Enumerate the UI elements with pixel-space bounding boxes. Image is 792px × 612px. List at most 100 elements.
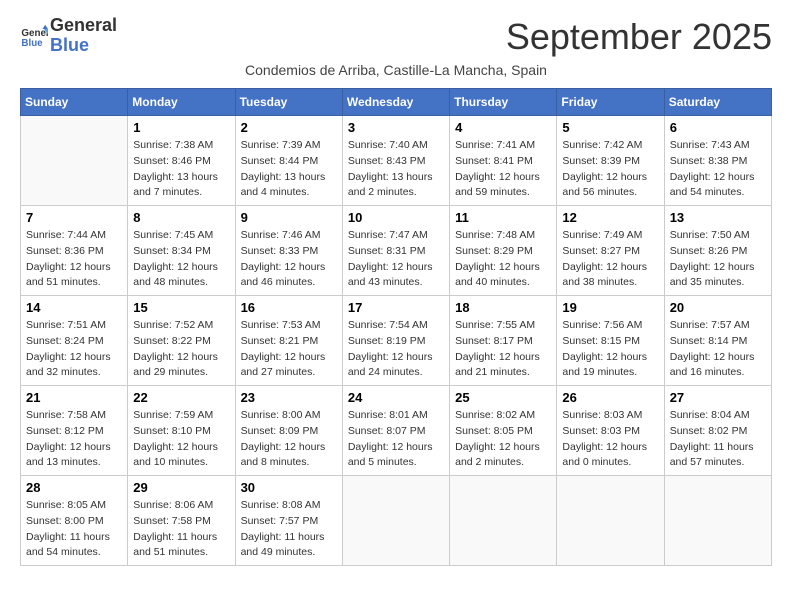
calendar-cell <box>21 116 128 206</box>
day-number: 14 <box>26 300 122 315</box>
day-info: Sunrise: 8:01 AM Sunset: 8:07 PM Dayligh… <box>348 408 444 471</box>
day-info: Sunrise: 8:04 AM Sunset: 8:02 PM Dayligh… <box>670 408 766 471</box>
day-info: Sunrise: 7:40 AM Sunset: 8:43 PM Dayligh… <box>348 138 444 201</box>
daylight-text: Daylight: 13 hours and 2 minutes. <box>348 170 444 202</box>
sunrise-text: Sunrise: 7:53 AM <box>241 318 337 334</box>
sunset-text: Sunset: 8:05 PM <box>455 424 551 440</box>
sunrise-text: Sunrise: 7:52 AM <box>133 318 229 334</box>
daylight-text: Daylight: 12 hours and 40 minutes. <box>455 260 551 292</box>
sunrise-text: Sunrise: 8:05 AM <box>26 498 122 514</box>
day-number: 26 <box>562 390 658 405</box>
header-wednesday: Wednesday <box>342 89 449 116</box>
sunrise-text: Sunrise: 7:55 AM <box>455 318 551 334</box>
sunset-text: Sunset: 8:15 PM <box>562 334 658 350</box>
day-number: 20 <box>670 300 766 315</box>
calendar-cell <box>664 476 771 566</box>
sunset-text: Sunset: 8:10 PM <box>133 424 229 440</box>
day-info: Sunrise: 7:38 AM Sunset: 8:46 PM Dayligh… <box>133 138 229 201</box>
calendar-cell: 8 Sunrise: 7:45 AM Sunset: 8:34 PM Dayli… <box>128 206 235 296</box>
sunset-text: Sunset: 8:24 PM <box>26 334 122 350</box>
calendar-cell: 29 Sunrise: 8:06 AM Sunset: 7:58 PM Dayl… <box>128 476 235 566</box>
logo: General Blue General Blue <box>20 16 117 56</box>
sunset-text: Sunset: 8:31 PM <box>348 244 444 260</box>
calendar-week-0: 1 Sunrise: 7:38 AM Sunset: 8:46 PM Dayli… <box>21 116 772 206</box>
calendar-cell: 18 Sunrise: 7:55 AM Sunset: 8:17 PM Dayl… <box>450 296 557 386</box>
calendar-week-3: 21 Sunrise: 7:58 AM Sunset: 8:12 PM Dayl… <box>21 386 772 476</box>
day-number: 5 <box>562 120 658 135</box>
daylight-text: Daylight: 12 hours and 16 minutes. <box>670 350 766 382</box>
sunset-text: Sunset: 8:41 PM <box>455 154 551 170</box>
day-number: 11 <box>455 210 551 225</box>
header-sunday: Sunday <box>21 89 128 116</box>
sunrise-text: Sunrise: 8:00 AM <box>241 408 337 424</box>
sunset-text: Sunset: 8:33 PM <box>241 244 337 260</box>
daylight-text: Daylight: 12 hours and 59 minutes. <box>455 170 551 202</box>
day-info: Sunrise: 7:49 AM Sunset: 8:27 PM Dayligh… <box>562 228 658 291</box>
day-info: Sunrise: 7:55 AM Sunset: 8:17 PM Dayligh… <box>455 318 551 381</box>
header-monday: Monday <box>128 89 235 116</box>
day-info: Sunrise: 8:08 AM Sunset: 7:57 PM Dayligh… <box>241 498 337 561</box>
calendar-cell: 16 Sunrise: 7:53 AM Sunset: 8:21 PM Dayl… <box>235 296 342 386</box>
header-friday: Friday <box>557 89 664 116</box>
sunrise-text: Sunrise: 7:54 AM <box>348 318 444 334</box>
calendar-cell: 7 Sunrise: 7:44 AM Sunset: 8:36 PM Dayli… <box>21 206 128 296</box>
sunset-text: Sunset: 8:21 PM <box>241 334 337 350</box>
day-info: Sunrise: 7:57 AM Sunset: 8:14 PM Dayligh… <box>670 318 766 381</box>
day-info: Sunrise: 8:00 AM Sunset: 8:09 PM Dayligh… <box>241 408 337 471</box>
page-header: General Blue General Blue September 2025 <box>20 16 772 58</box>
day-info: Sunrise: 7:43 AM Sunset: 8:38 PM Dayligh… <box>670 138 766 201</box>
day-number: 6 <box>670 120 766 135</box>
sunrise-text: Sunrise: 7:41 AM <box>455 138 551 154</box>
daylight-text: Daylight: 12 hours and 51 minutes. <box>26 260 122 292</box>
daylight-text: Daylight: 11 hours and 57 minutes. <box>670 440 766 472</box>
calendar-cell: 10 Sunrise: 7:47 AM Sunset: 8:31 PM Dayl… <box>342 206 449 296</box>
daylight-text: Daylight: 12 hours and 2 minutes. <box>455 440 551 472</box>
sunset-text: Sunset: 8:26 PM <box>670 244 766 260</box>
calendar-cell: 13 Sunrise: 7:50 AM Sunset: 8:26 PM Dayl… <box>664 206 771 296</box>
sunset-text: Sunset: 7:57 PM <box>241 514 337 530</box>
sunrise-text: Sunrise: 8:08 AM <box>241 498 337 514</box>
day-info: Sunrise: 7:48 AM Sunset: 8:29 PM Dayligh… <box>455 228 551 291</box>
day-number: 22 <box>133 390 229 405</box>
day-info: Sunrise: 7:53 AM Sunset: 8:21 PM Dayligh… <box>241 318 337 381</box>
daylight-text: Daylight: 12 hours and 35 minutes. <box>670 260 766 292</box>
sunset-text: Sunset: 8:09 PM <box>241 424 337 440</box>
sunrise-text: Sunrise: 7:59 AM <box>133 408 229 424</box>
day-info: Sunrise: 8:02 AM Sunset: 8:05 PM Dayligh… <box>455 408 551 471</box>
day-number: 2 <box>241 120 337 135</box>
sunset-text: Sunset: 8:02 PM <box>670 424 766 440</box>
calendar-week-4: 28 Sunrise: 8:05 AM Sunset: 8:00 PM Dayl… <box>21 476 772 566</box>
sunset-text: Sunset: 8:46 PM <box>133 154 229 170</box>
daylight-text: Daylight: 12 hours and 21 minutes. <box>455 350 551 382</box>
sunset-text: Sunset: 8:22 PM <box>133 334 229 350</box>
day-info: Sunrise: 7:42 AM Sunset: 8:39 PM Dayligh… <box>562 138 658 201</box>
calendar-cell: 1 Sunrise: 7:38 AM Sunset: 8:46 PM Dayli… <box>128 116 235 206</box>
sunrise-text: Sunrise: 7:43 AM <box>670 138 766 154</box>
calendar-cell: 12 Sunrise: 7:49 AM Sunset: 8:27 PM Dayl… <box>557 206 664 296</box>
day-info: Sunrise: 8:06 AM Sunset: 7:58 PM Dayligh… <box>133 498 229 561</box>
daylight-text: Daylight: 12 hours and 56 minutes. <box>562 170 658 202</box>
calendar-cell: 21 Sunrise: 7:58 AM Sunset: 8:12 PM Dayl… <box>21 386 128 476</box>
calendar-cell: 24 Sunrise: 8:01 AM Sunset: 8:07 PM Dayl… <box>342 386 449 476</box>
day-number: 4 <box>455 120 551 135</box>
day-number: 19 <box>562 300 658 315</box>
calendar-cell: 5 Sunrise: 7:42 AM Sunset: 8:39 PM Dayli… <box>557 116 664 206</box>
day-number: 28 <box>26 480 122 495</box>
sunset-text: Sunset: 8:34 PM <box>133 244 229 260</box>
day-number: 3 <box>348 120 444 135</box>
day-number: 9 <box>241 210 337 225</box>
daylight-text: Daylight: 12 hours and 29 minutes. <box>133 350 229 382</box>
day-number: 10 <box>348 210 444 225</box>
day-number: 29 <box>133 480 229 495</box>
daylight-text: Daylight: 12 hours and 54 minutes. <box>670 170 766 202</box>
sunrise-text: Sunrise: 7:50 AM <box>670 228 766 244</box>
calendar-cell: 23 Sunrise: 8:00 AM Sunset: 8:09 PM Dayl… <box>235 386 342 476</box>
sunset-text: Sunset: 8:39 PM <box>562 154 658 170</box>
day-info: Sunrise: 7:46 AM Sunset: 8:33 PM Dayligh… <box>241 228 337 291</box>
sunset-text: Sunset: 8:03 PM <box>562 424 658 440</box>
sunrise-text: Sunrise: 8:02 AM <box>455 408 551 424</box>
daylight-text: Daylight: 12 hours and 0 minutes. <box>562 440 658 472</box>
day-number: 12 <box>562 210 658 225</box>
day-info: Sunrise: 7:54 AM Sunset: 8:19 PM Dayligh… <box>348 318 444 381</box>
sunset-text: Sunset: 8:14 PM <box>670 334 766 350</box>
